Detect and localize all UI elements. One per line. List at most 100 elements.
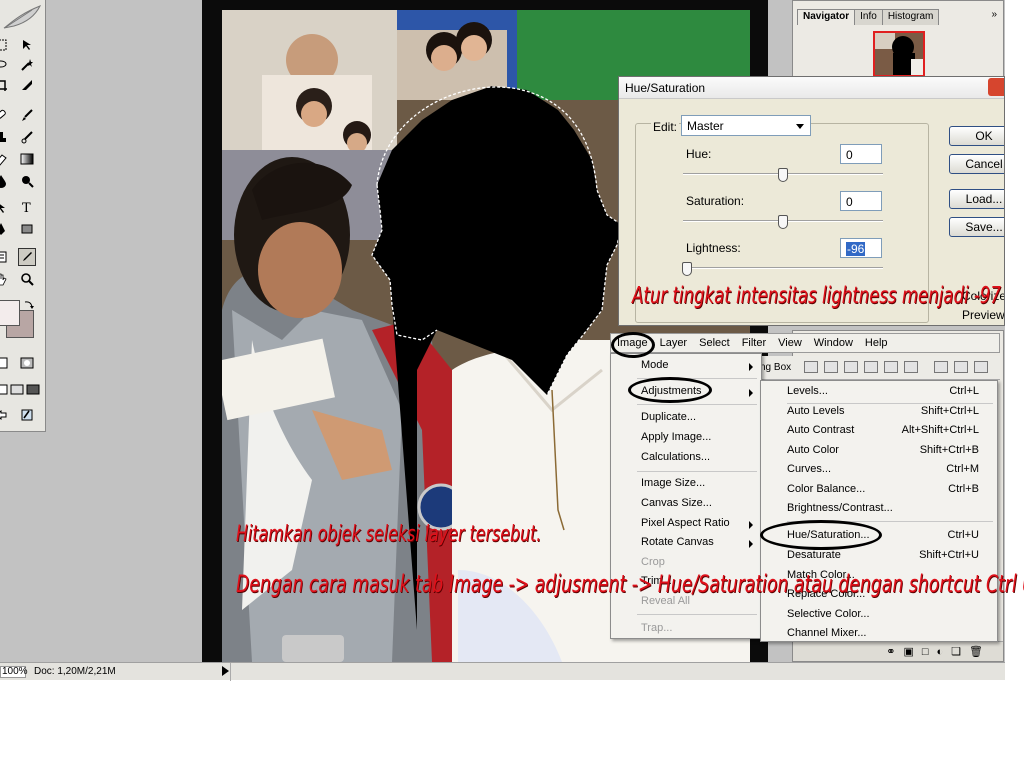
- menu-layer[interactable]: Layer: [654, 337, 694, 349]
- stamp-icon[interactable]: [0, 128, 10, 146]
- align-right-icon[interactable]: [904, 361, 918, 373]
- notes-icon[interactable]: [0, 248, 10, 266]
- menu-item-calculations[interactable]: Calculations...: [611, 448, 761, 468]
- screen-mode-full-icon[interactable]: [24, 380, 42, 398]
- menu-item-image-size[interactable]: Image Size...: [611, 474, 761, 494]
- saturation-value: 0: [846, 195, 853, 209]
- menu-item-mode[interactable]: Mode: [611, 356, 761, 376]
- tab-navigator[interactable]: Navigator: [797, 9, 856, 25]
- dodge-icon[interactable]: [18, 172, 36, 190]
- menu-item-label: Pixel Aspect Ratio: [641, 517, 730, 529]
- zoom-level-field[interactable]: 100%: [0, 666, 28, 678]
- delete-layer-icon[interactable]: 🗑: [969, 645, 983, 658]
- menu-item-auto-levels[interactable]: Auto Levels Shift+Ctrl+L: [761, 402, 997, 422]
- edit-select[interactable]: Master: [681, 115, 811, 136]
- history-brush-icon[interactable]: [18, 128, 36, 146]
- doc-size-info: Doc: 1,20M/2,21M: [34, 666, 116, 677]
- menu-item-rotate-canvas[interactable]: Rotate Canvas: [611, 533, 761, 553]
- menu-item-curves[interactable]: Curves... Ctrl+M: [761, 460, 997, 480]
- foreground-color-swatch[interactable]: [0, 300, 20, 326]
- menu-select[interactable]: Select: [693, 337, 736, 349]
- menu-separator: [637, 614, 757, 615]
- distribute-bottom-icon[interactable]: [974, 361, 988, 373]
- menu-item-levels[interactable]: Levels... Ctrl+L: [761, 382, 997, 402]
- lightness-slider-knob[interactable]: [682, 262, 692, 276]
- menu-item-color-balance[interactable]: Color Balance... Ctrl+B: [761, 480, 997, 500]
- marquee-icon[interactable]: [0, 36, 10, 54]
- saturation-label: Saturation:: [686, 194, 745, 208]
- menu-item-brightness-contrast[interactable]: Brightness/Contrast...: [761, 499, 997, 519]
- menu-filter[interactable]: Filter: [736, 337, 772, 349]
- menu-item-label: Color Balance...: [787, 483, 866, 495]
- tab-info[interactable]: Info: [854, 9, 883, 25]
- type-icon[interactable]: T: [18, 198, 36, 216]
- cancel-button[interactable]: Cancel: [949, 154, 1004, 174]
- menu-window[interactable]: Window: [808, 337, 859, 349]
- saturation-slider-knob[interactable]: [778, 215, 788, 229]
- status-divider: [230, 663, 1005, 681]
- menu-item-canvas-size[interactable]: Canvas Size...: [611, 494, 761, 514]
- align-top-icon[interactable]: [804, 361, 818, 373]
- new-layer-icon[interactable]: ❏: [951, 645, 961, 658]
- menu-item-selective-color[interactable]: Selective Color...: [761, 605, 997, 625]
- menu-item-duplicate[interactable]: Duplicate...: [611, 408, 761, 428]
- swap-colors-icon[interactable]: [20, 296, 38, 314]
- pen-icon[interactable]: [0, 220, 10, 238]
- crop-icon[interactable]: [0, 76, 10, 94]
- align-vcenter-icon[interactable]: [824, 361, 838, 373]
- path-select-icon[interactable]: [0, 198, 10, 216]
- align-hcenter-icon[interactable]: [884, 361, 898, 373]
- shape-icon[interactable]: [18, 220, 36, 238]
- standard-mode-icon[interactable]: [0, 354, 10, 372]
- hue-input[interactable]: 0: [840, 144, 882, 164]
- menu-item-apply-image[interactable]: Apply Image...: [611, 428, 761, 448]
- adjustment-layer-icon[interactable]: ◐: [937, 646, 944, 658]
- quick-mask-icon[interactable]: [18, 354, 36, 372]
- status-menu-arrow-icon[interactable]: [222, 666, 229, 676]
- saturation-input[interactable]: 0: [840, 191, 882, 211]
- healing-brush-icon[interactable]: [0, 106, 10, 124]
- distribute-center-icon[interactable]: [954, 361, 968, 373]
- submenu-arrow-icon: [749, 540, 753, 548]
- load-button[interactable]: Load...: [949, 189, 1004, 209]
- adjustments-highlight: [628, 377, 712, 403]
- menu-item-auto-contrast[interactable]: Auto Contrast Alt+Shift+Ctrl+L: [761, 421, 997, 441]
- zoom-icon[interactable]: [18, 270, 36, 288]
- slice-icon[interactable]: [18, 76, 36, 94]
- menu-item-channel-mixer[interactable]: Channel Mixer...: [761, 624, 997, 644]
- brush-icon[interactable]: [18, 106, 36, 124]
- align-bottom-icon[interactable]: [844, 361, 858, 373]
- menu-item-auto-color[interactable]: Auto Color Shift+Ctrl+B: [761, 441, 997, 461]
- jump-to-imageready-icon[interactable]: [0, 406, 10, 424]
- distribute-top-icon[interactable]: [934, 361, 948, 373]
- menu-help[interactable]: Help: [859, 337, 894, 349]
- lasso-icon[interactable]: [0, 56, 10, 74]
- move-icon[interactable]: [18, 36, 36, 54]
- eraser-icon[interactable]: [0, 150, 10, 168]
- lightness-slider-track[interactable]: [683, 267, 883, 269]
- link-layers-icon[interactable]: ⚭: [886, 645, 895, 658]
- new-group-icon[interactable]: □: [922, 646, 929, 658]
- save-button[interactable]: Save...: [949, 217, 1004, 237]
- lightness-input[interactable]: -96: [840, 238, 882, 258]
- menu-view[interactable]: View: [772, 337, 808, 349]
- close-icon[interactable]: [988, 78, 1004, 96]
- add-mask-icon[interactable]: ▣: [903, 645, 913, 658]
- ok-button[interactable]: OK: [949, 126, 1004, 146]
- hand-icon[interactable]: [0, 270, 10, 288]
- hue-slider-knob[interactable]: [778, 168, 788, 182]
- eyedropper-icon[interactable]: [18, 248, 36, 266]
- magic-wand-icon[interactable]: [18, 56, 36, 74]
- navigator-thumbnail[interactable]: [873, 31, 925, 77]
- status-bar: 100% Doc: 1,20M/2,21M: [0, 662, 1005, 681]
- menu-item-pixel-aspect-ratio[interactable]: Pixel Aspect Ratio: [611, 514, 761, 534]
- align-left-icon[interactable]: [864, 361, 878, 373]
- menu-item-desaturate[interactable]: Desaturate Shift+Ctrl+U: [761, 546, 997, 566]
- panel-menu-icon[interactable]: »: [991, 9, 997, 20]
- menu-item-label: Apply Image...: [641, 431, 712, 443]
- imageready-icon[interactable]: [18, 406, 36, 424]
- preview-checkbox[interactable]: Preview: [962, 308, 1004, 322]
- tab-histogram[interactable]: Histogram: [881, 9, 940, 25]
- gradient-icon[interactable]: [18, 150, 36, 168]
- blur-icon[interactable]: [0, 172, 10, 190]
